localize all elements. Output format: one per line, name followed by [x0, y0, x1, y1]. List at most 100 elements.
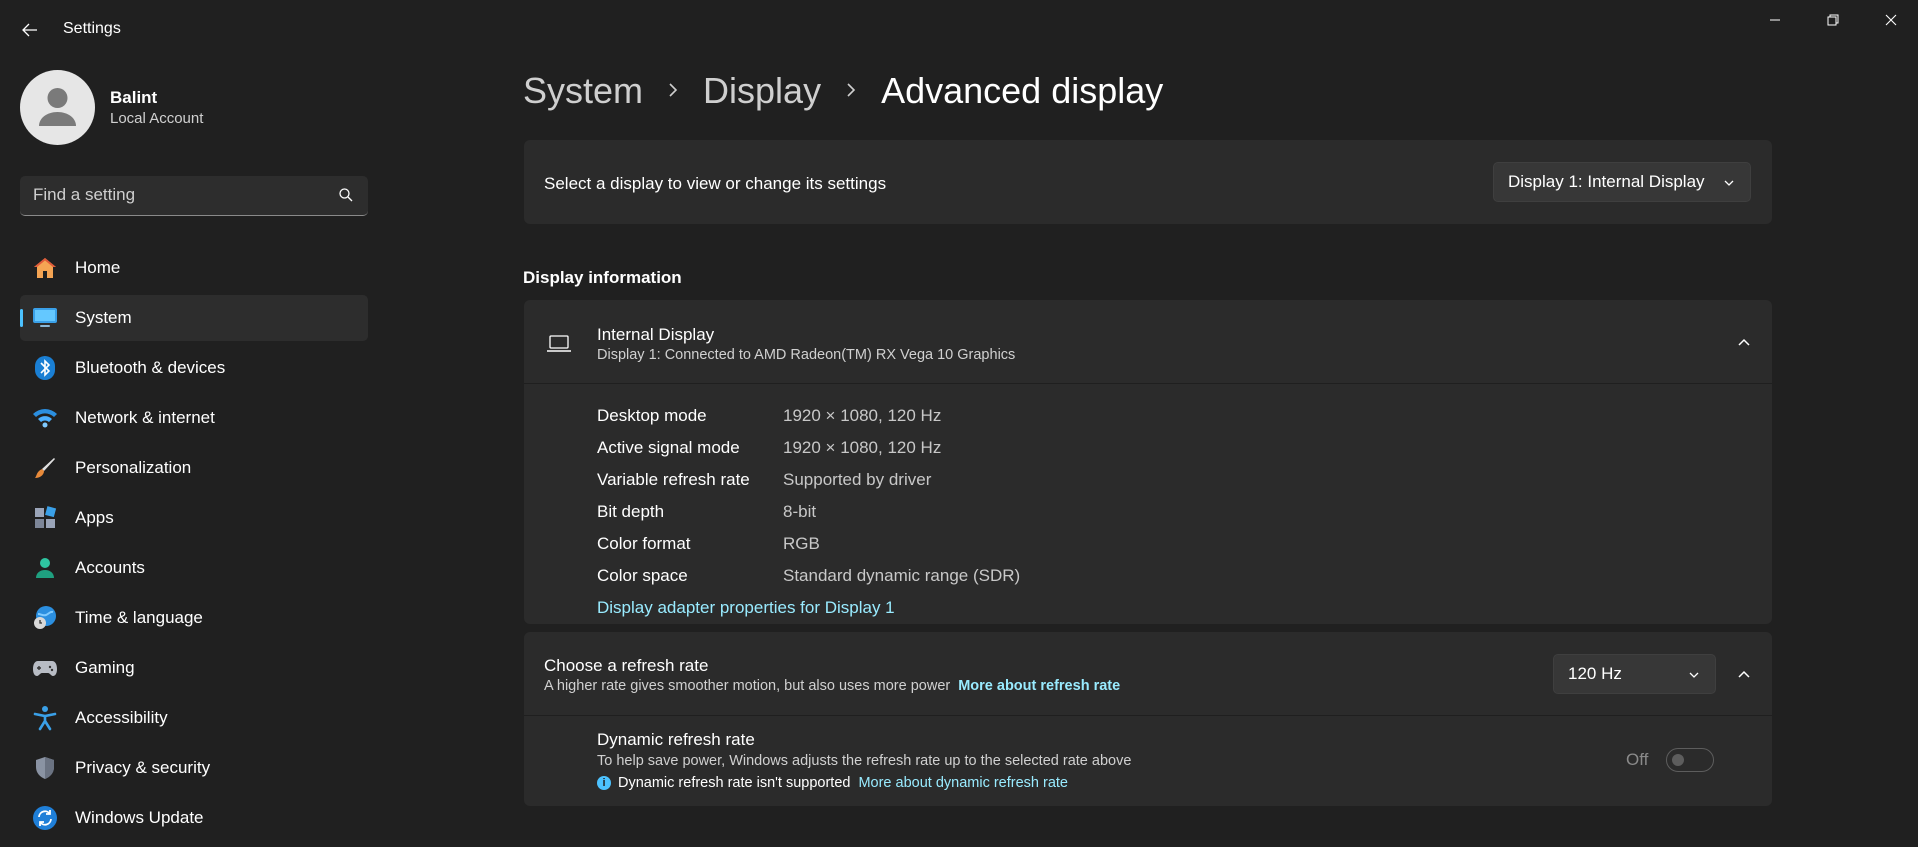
display-dropdown[interactable]: Display 1: Internal Display — [1493, 162, 1751, 202]
toggle-state-label: Off — [1626, 750, 1649, 769]
sidebar-item-gaming[interactable]: Gaming — [20, 645, 368, 691]
search-box — [20, 176, 368, 216]
restore-button[interactable] — [1810, 8, 1856, 32]
info-row-color-space: Color space Standard dynamic range (SDR) — [597, 560, 1497, 592]
apps-icon — [31, 504, 59, 532]
chevron-right-icon — [667, 78, 679, 104]
info-value: 1920 × 1080, 120 Hz — [783, 438, 942, 457]
sidebar-item-label: Gaming — [75, 658, 135, 677]
display-info-header[interactable]: Internal Display Display 1: Connected to… — [524, 300, 1772, 384]
toggle-knob — [1672, 754, 1684, 766]
refresh-rate-card: Choose a refresh rate A higher rate give… — [524, 632, 1772, 806]
back-arrow-icon — [22, 23, 37, 37]
sidebar-item-personalization[interactable]: Personalization — [20, 445, 368, 491]
refresh-rate-header: Choose a refresh rate A higher rate give… — [524, 632, 1772, 716]
sidebar-item-label: Bluetooth & devices — [75, 358, 226, 377]
info-value: 1920 × 1080, 120 Hz — [783, 406, 942, 425]
adapter-link-row: Display adapter properties for Display 1 — [597, 592, 1497, 624]
search-icon[interactable] — [338, 187, 354, 203]
chevron-right-icon — [845, 78, 857, 104]
display-info-rows: Desktop mode 1920 × 1080, 120 Hz Active … — [597, 400, 1497, 624]
display-select-label: Select a display to view or change its s… — [544, 174, 887, 193]
sidebar-item-label: Windows Update — [75, 808, 204, 827]
refresh-rate-subtitle: A higher rate gives smoother motion, but… — [544, 678, 951, 694]
sidebar-item-accounts[interactable]: Accounts — [20, 545, 368, 591]
sidebar-item-label: Accessibility — [75, 708, 168, 727]
minimize-icon — [1770, 19, 1780, 21]
chevron-up-icon[interactable] — [1736, 666, 1752, 682]
more-about-refresh-rate-link[interactable]: More about refresh rate — [958, 678, 1120, 694]
info-row-variable-refresh-rate: Variable refresh rate Supported by drive… — [597, 464, 1497, 496]
shield-icon — [31, 754, 59, 782]
active-indicator — [20, 309, 23, 327]
refresh-rate-description: A higher rate gives smoother motion, but… — [544, 678, 1120, 694]
sidebar-item-label: Privacy & security — [75, 758, 211, 777]
sidebar-item-system[interactable]: System — [20, 295, 368, 341]
minimize-button[interactable] — [1752, 8, 1798, 32]
sidebar-item-label: Home — [75, 258, 121, 277]
bluetooth-icon — [31, 354, 59, 382]
chevron-up-icon[interactable] — [1736, 334, 1752, 350]
wifi-icon — [31, 404, 59, 432]
info-label: Variable refresh rate — [597, 470, 750, 489]
breadcrumb-system[interactable]: System — [523, 70, 643, 112]
dynamic-refresh-note: i Dynamic refresh rate isn't supported M… — [597, 775, 1068, 791]
sidebar-item-label: Apps — [75, 508, 114, 527]
globe-clock-icon — [31, 604, 59, 632]
info-label: Desktop mode — [597, 406, 707, 425]
info-value: RGB — [783, 534, 820, 553]
sidebar-nav: Home System Bluetooth & devices Network … — [20, 245, 368, 845]
close-icon — [1885, 14, 1897, 26]
gamepad-icon — [31, 654, 59, 682]
sidebar-item-label: Network & internet — [75, 408, 215, 427]
search-input[interactable] — [20, 176, 320, 214]
info-row-active-signal-mode: Active signal mode 1920 × 1080, 120 Hz — [597, 432, 1497, 464]
refresh-rate-dropdown[interactable]: 120 Hz — [1553, 654, 1716, 694]
close-button[interactable] — [1868, 8, 1914, 32]
accounts-icon — [31, 554, 59, 582]
info-label: Color space — [597, 566, 688, 585]
info-row-bit-depth: Bit depth 8-bit — [597, 496, 1497, 528]
sidebar-item-apps[interactable]: Apps — [20, 495, 368, 541]
title-bar: Settings — [0, 0, 1918, 58]
dynamic-refresh-title: Dynamic refresh rate — [597, 730, 755, 749]
info-label: Bit depth — [597, 502, 665, 521]
sidebar-item-privacy[interactable]: Privacy & security — [20, 745, 368, 791]
paintbrush-icon — [31, 454, 59, 482]
back-button[interactable] — [12, 16, 48, 44]
sidebar-item-network[interactable]: Network & internet — [20, 395, 368, 441]
sidebar-item-time-language[interactable]: Time & language — [20, 595, 368, 641]
info-icon: i — [597, 776, 611, 790]
refresh-rate-title: Choose a refresh rate — [544, 656, 709, 675]
sidebar-item-windows-update[interactable]: Windows Update — [20, 795, 368, 841]
breadcrumb-display[interactable]: Display — [703, 70, 821, 112]
laptop-icon — [547, 335, 571, 352]
chevron-down-icon — [1689, 672, 1699, 678]
breadcrumb: System Display Advanced display — [523, 70, 1163, 112]
dynamic-refresh-toggle[interactable] — [1666, 748, 1714, 772]
display-adapter-properties-link[interactable]: Display adapter properties for Display 1 — [597, 598, 895, 618]
restore-icon — [1827, 14, 1839, 26]
info-label: Color format — [597, 534, 691, 553]
sidebar-item-accessibility[interactable]: Accessibility — [20, 695, 368, 741]
system-monitor-icon — [31, 304, 59, 332]
sidebar-item-label: Accounts — [75, 558, 145, 577]
update-icon — [31, 804, 59, 832]
user-name: Balint — [110, 88, 158, 107]
display-select-card: Select a display to view or change its s… — [524, 140, 1772, 224]
display-info-card: Internal Display Display 1: Connected to… — [524, 300, 1772, 624]
avatar[interactable] — [20, 70, 95, 145]
sidebar-item-home[interactable]: Home — [20, 245, 368, 291]
info-label: Active signal mode — [597, 438, 740, 457]
app-title: Settings — [63, 20, 121, 37]
display-name: Internal Display — [597, 325, 715, 344]
display-connection: Display 1: Connected to AMD Radeon(TM) R… — [597, 347, 1016, 363]
sidebar-item-label: Personalization — [75, 458, 192, 477]
more-about-dynamic-refresh-link[interactable]: More about dynamic refresh rate — [858, 775, 1068, 791]
accessibility-icon — [31, 704, 59, 732]
dynamic-refresh-unsupported: Dynamic refresh rate isn't supported — [618, 775, 851, 791]
sidebar-item-bluetooth[interactable]: Bluetooth & devices — [20, 345, 368, 391]
info-value: 8-bit — [783, 502, 817, 521]
info-row-desktop-mode: Desktop mode 1920 × 1080, 120 Hz — [597, 400, 1497, 432]
info-value: Standard dynamic range (SDR) — [783, 566, 1021, 585]
